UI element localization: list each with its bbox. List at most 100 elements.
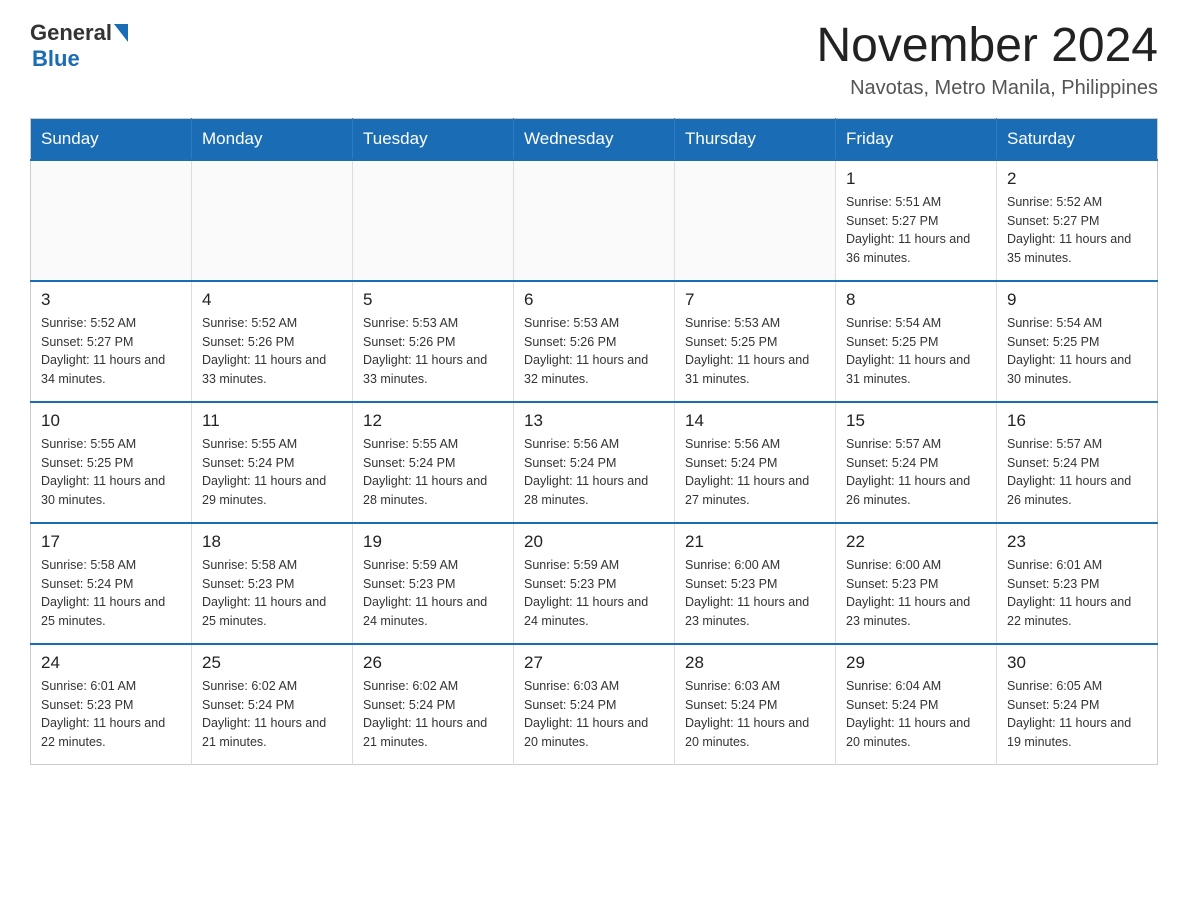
day-number: 29 <box>846 653 986 673</box>
calendar-week-1: 1 Sunrise: 5:51 AMSunset: 5:27 PMDaylight… <box>31 160 1158 281</box>
day-info: Sunrise: 5:52 AMSunset: 5:26 PMDaylight:… <box>202 314 342 389</box>
calendar-table: SundayMondayTuesdayWednesdayThursdayFrid… <box>30 118 1158 765</box>
day-info: Sunrise: 5:52 AMSunset: 5:27 PMDaylight:… <box>41 314 181 389</box>
day-number: 8 <box>846 290 986 310</box>
calendar-cell: 23 Sunrise: 6:01 AMSunset: 5:23 PMDayligh… <box>997 523 1158 644</box>
calendar-cell: 17 Sunrise: 5:58 AMSunset: 5:24 PMDayligh… <box>31 523 192 644</box>
page-header: General Blue November 2024 Navotas, Metr… <box>30 20 1158 100</box>
calendar-cell <box>675 160 836 281</box>
weekday-header-row: SundayMondayTuesdayWednesdayThursdayFrid… <box>31 118 1158 160</box>
day-info: Sunrise: 6:02 AMSunset: 5:24 PMDaylight:… <box>202 677 342 752</box>
calendar-cell <box>514 160 675 281</box>
calendar-week-2: 3 Sunrise: 5:52 AMSunset: 5:27 PMDaylight… <box>31 281 1158 402</box>
day-number: 2 <box>1007 169 1147 189</box>
calendar-week-3: 10Sunrise: 5:55 AMSunset: 5:25 PMDayligh… <box>31 402 1158 523</box>
calendar-week-4: 17 Sunrise: 5:58 AMSunset: 5:24 PMDayligh… <box>31 523 1158 644</box>
calendar-cell: 1 Sunrise: 5:51 AMSunset: 5:27 PMDaylight… <box>836 160 997 281</box>
day-number: 1 <box>846 169 986 189</box>
calendar-header: SundayMondayTuesdayWednesdayThursdayFrid… <box>31 118 1158 160</box>
calendar-body: 1 Sunrise: 5:51 AMSunset: 5:27 PMDaylight… <box>31 160 1158 765</box>
calendar-cell: 15 Sunrise: 5:57 AMSunset: 5:24 PMDayligh… <box>836 402 997 523</box>
day-number: 22 <box>846 532 986 552</box>
day-info: Sunrise: 6:00 AMSunset: 5:23 PMDaylight:… <box>685 556 825 631</box>
day-number: 9 <box>1007 290 1147 310</box>
calendar-cell: 20 Sunrise: 5:59 AMSunset: 5:23 PMDayligh… <box>514 523 675 644</box>
calendar-cell: 29 Sunrise: 6:04 AMSunset: 5:24 PMDayligh… <box>836 644 997 765</box>
day-number: 23 <box>1007 532 1147 552</box>
weekday-header-monday: Monday <box>192 118 353 160</box>
month-title: November 2024 <box>816 20 1158 73</box>
calendar-cell: 28Sunrise: 6:03 AMSunset: 5:24 PMDayligh… <box>675 644 836 765</box>
weekday-header-wednesday: Wednesday <box>514 118 675 160</box>
calendar-cell <box>192 160 353 281</box>
calendar-cell: 7Sunrise: 5:53 AMSunset: 5:25 PMDaylight… <box>675 281 836 402</box>
day-number: 6 <box>524 290 664 310</box>
calendar-cell: 25Sunrise: 6:02 AMSunset: 5:24 PMDayligh… <box>192 644 353 765</box>
day-info: Sunrise: 5:53 AMSunset: 5:26 PMDaylight:… <box>524 314 664 389</box>
day-info: Sunrise: 5:57 AMSunset: 5:24 PMDaylight:… <box>846 435 986 510</box>
weekday-header-saturday: Saturday <box>997 118 1158 160</box>
calendar-cell: 22 Sunrise: 6:00 AMSunset: 5:23 PMDayligh… <box>836 523 997 644</box>
day-info: Sunrise: 5:54 AMSunset: 5:25 PMDaylight:… <box>846 314 986 389</box>
day-info: Sunrise: 6:01 AMSunset: 5:23 PMDaylight:… <box>41 677 181 752</box>
calendar-cell: 2Sunrise: 5:52 AMSunset: 5:27 PMDaylight… <box>997 160 1158 281</box>
calendar-cell: 3 Sunrise: 5:52 AMSunset: 5:27 PMDaylight… <box>31 281 192 402</box>
calendar-week-5: 24 Sunrise: 6:01 AMSunset: 5:23 PMDayligh… <box>31 644 1158 765</box>
weekday-header-tuesday: Tuesday <box>353 118 514 160</box>
day-info: Sunrise: 5:58 AMSunset: 5:23 PMDaylight:… <box>202 556 342 631</box>
logo-general-text: General <box>30 20 112 46</box>
day-info: Sunrise: 6:01 AMSunset: 5:23 PMDaylight:… <box>1007 556 1147 631</box>
day-info: Sunrise: 5:59 AMSunset: 5:23 PMDaylight:… <box>524 556 664 631</box>
day-info: Sunrise: 5:59 AMSunset: 5:23 PMDaylight:… <box>363 556 503 631</box>
logo: General Blue <box>30 20 128 72</box>
calendar-cell: 6 Sunrise: 5:53 AMSunset: 5:26 PMDaylight… <box>514 281 675 402</box>
calendar-cell: 9Sunrise: 5:54 AMSunset: 5:25 PMDaylight… <box>997 281 1158 402</box>
day-number: 4 <box>202 290 342 310</box>
calendar-cell: 12Sunrise: 5:55 AMSunset: 5:24 PMDayligh… <box>353 402 514 523</box>
day-info: Sunrise: 5:55 AMSunset: 5:24 PMDaylight:… <box>363 435 503 510</box>
day-info: Sunrise: 5:53 AMSunset: 5:26 PMDaylight:… <box>363 314 503 389</box>
day-info: Sunrise: 5:51 AMSunset: 5:27 PMDaylight:… <box>846 193 986 268</box>
day-number: 16 <box>1007 411 1147 431</box>
calendar-cell: 30 Sunrise: 6:05 AMSunset: 5:24 PMDayligh… <box>997 644 1158 765</box>
day-number: 18 <box>202 532 342 552</box>
calendar-cell: 18 Sunrise: 5:58 AMSunset: 5:23 PMDayligh… <box>192 523 353 644</box>
day-info: Sunrise: 5:55 AMSunset: 5:24 PMDaylight:… <box>202 435 342 510</box>
day-number: 21 <box>685 532 825 552</box>
calendar-cell: 26 Sunrise: 6:02 AMSunset: 5:24 PMDayligh… <box>353 644 514 765</box>
day-number: 5 <box>363 290 503 310</box>
day-number: 17 <box>41 532 181 552</box>
logo-triangle-icon <box>114 24 128 42</box>
day-info: Sunrise: 6:02 AMSunset: 5:24 PMDaylight:… <box>363 677 503 752</box>
day-number: 3 <box>41 290 181 310</box>
day-info: Sunrise: 5:55 AMSunset: 5:25 PMDaylight:… <box>41 435 181 510</box>
day-info: Sunrise: 6:03 AMSunset: 5:24 PMDaylight:… <box>524 677 664 752</box>
day-number: 24 <box>41 653 181 673</box>
day-number: 26 <box>363 653 503 673</box>
calendar-cell: 5 Sunrise: 5:53 AMSunset: 5:26 PMDaylight… <box>353 281 514 402</box>
day-info: Sunrise: 5:56 AMSunset: 5:24 PMDaylight:… <box>685 435 825 510</box>
day-number: 20 <box>524 532 664 552</box>
day-info: Sunrise: 6:04 AMSunset: 5:24 PMDaylight:… <box>846 677 986 752</box>
calendar-cell: 16 Sunrise: 5:57 AMSunset: 5:24 PMDayligh… <box>997 402 1158 523</box>
day-number: 15 <box>846 411 986 431</box>
calendar-cell: 13Sunrise: 5:56 AMSunset: 5:24 PMDayligh… <box>514 402 675 523</box>
day-info: Sunrise: 5:57 AMSunset: 5:24 PMDaylight:… <box>1007 435 1147 510</box>
day-info: Sunrise: 6:00 AMSunset: 5:23 PMDaylight:… <box>846 556 986 631</box>
day-info: Sunrise: 5:53 AMSunset: 5:25 PMDaylight:… <box>685 314 825 389</box>
day-info: Sunrise: 5:58 AMSunset: 5:24 PMDaylight:… <box>41 556 181 631</box>
weekday-header-thursday: Thursday <box>675 118 836 160</box>
calendar-cell <box>31 160 192 281</box>
calendar-cell: 8 Sunrise: 5:54 AMSunset: 5:25 PMDaylight… <box>836 281 997 402</box>
day-info: Sunrise: 6:03 AMSunset: 5:24 PMDaylight:… <box>685 677 825 752</box>
day-info: Sunrise: 6:05 AMSunset: 5:24 PMDaylight:… <box>1007 677 1147 752</box>
calendar-cell: 21 Sunrise: 6:00 AMSunset: 5:23 PMDayligh… <box>675 523 836 644</box>
calendar-cell <box>353 160 514 281</box>
calendar-cell: 19 Sunrise: 5:59 AMSunset: 5:23 PMDayligh… <box>353 523 514 644</box>
location-subtitle: Navotas, Metro Manila, Philippines <box>816 77 1158 100</box>
day-number: 19 <box>363 532 503 552</box>
day-number: 27 <box>524 653 664 673</box>
day-number: 30 <box>1007 653 1147 673</box>
weekday-header-sunday: Sunday <box>31 118 192 160</box>
weekday-header-friday: Friday <box>836 118 997 160</box>
